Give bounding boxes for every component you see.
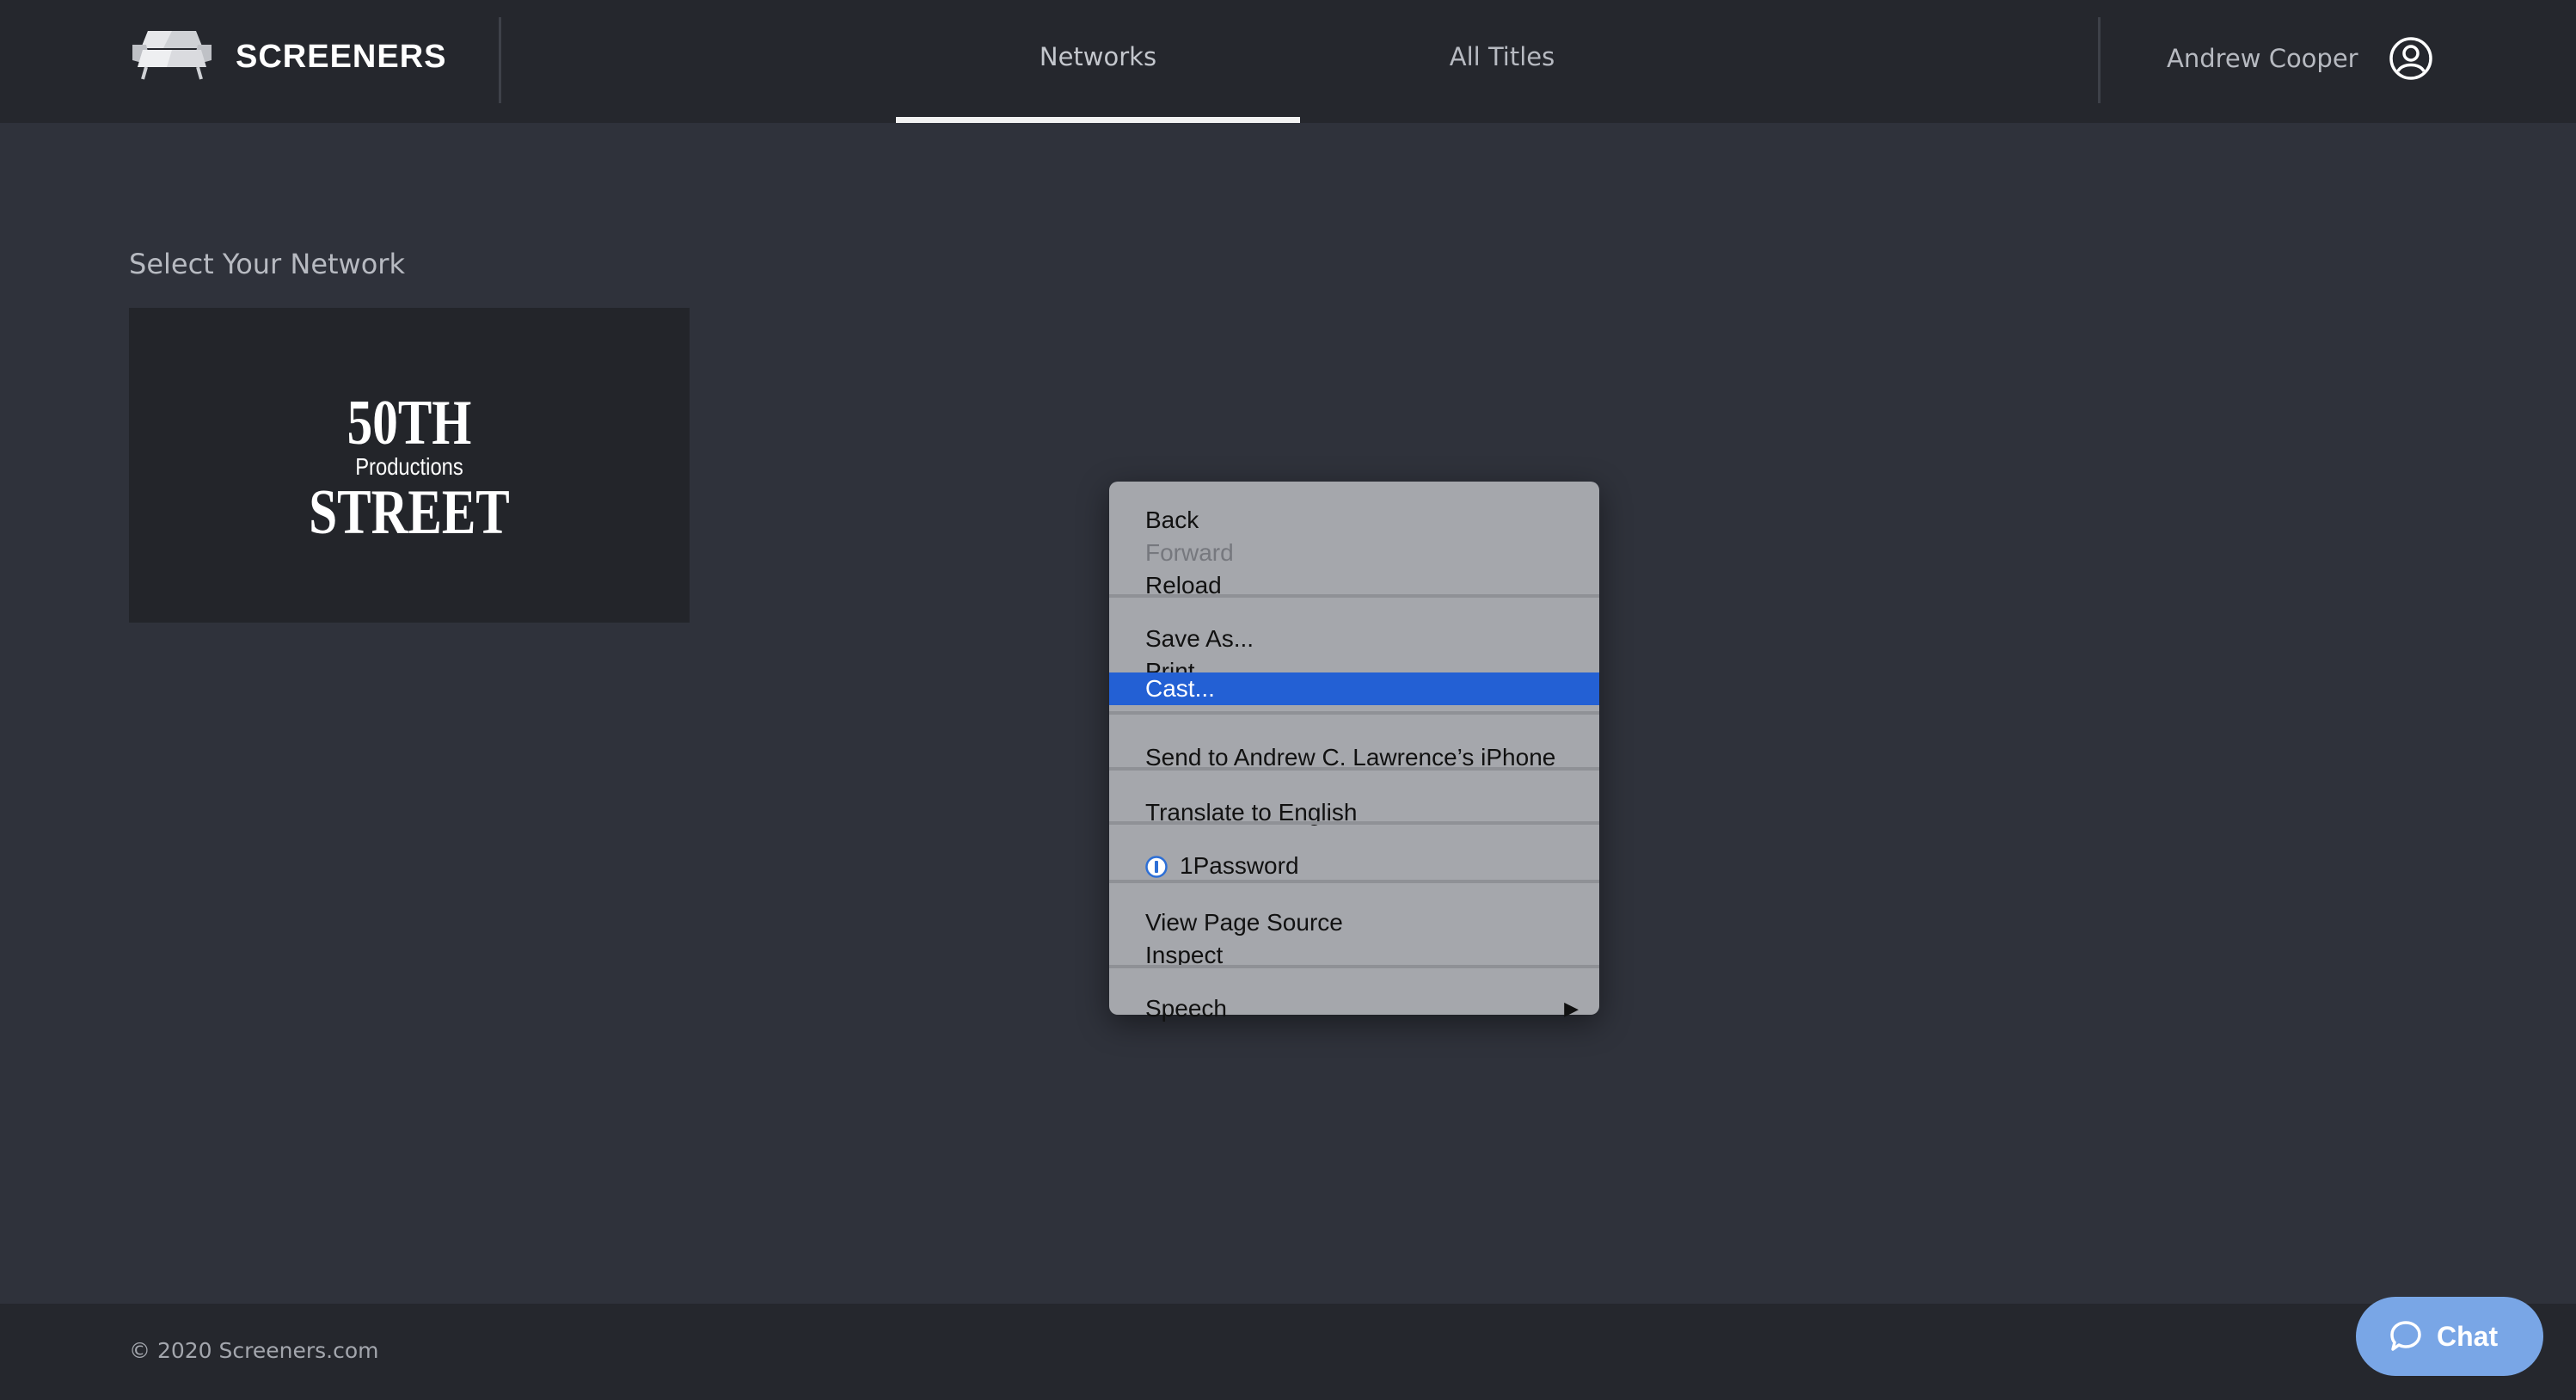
chat-button[interactable]: Chat [2356,1297,2543,1376]
menu-item-speech[interactable]: Speech ▶ [1109,992,1599,1022]
chat-bubble-icon [2390,1321,2421,1351]
section-title: Select Your Network [129,248,405,280]
header-divider-left [499,17,501,103]
menu-item-back[interactable]: Back [1109,504,1599,537]
logo-line-1: 50TH [347,388,472,458]
menu-separator [1109,821,1599,825]
1password-icon [1145,856,1168,878]
menu-item-cast[interactable]: Cast... [1109,672,1599,705]
header-divider-right [2098,17,2101,103]
menu-item-label: Speech [1145,995,1227,1022]
menu-item-1password[interactable]: 1Password [1109,850,1599,882]
submenu-arrow-icon: ▶ [1564,998,1579,1019]
active-tab-indicator [896,117,1300,123]
menu-item-forward: Forward [1145,539,1234,566]
nav-tab-networks[interactable]: Networks [896,0,1300,123]
logo-line-3: STREET [309,477,510,548]
menu-separator [1109,767,1599,771]
menu-separator [1109,880,1599,883]
logo-line-2: Productions [355,452,463,480]
menu-item-label: 1Password [1180,852,1299,879]
menu-separator [1109,965,1599,968]
copyright-text: © 2020 Screeners.com [129,1338,379,1363]
user-circle-icon[interactable] [2389,36,2433,81]
network-logo: 50TH Productions STREET [309,388,510,548]
menu-separator [1109,594,1599,598]
menu-item-save-as[interactable]: Save As... [1109,623,1599,655]
chat-label: Chat [2437,1321,2499,1352]
top-header: SCREENERS Networks All Titles Andrew Coo… [0,0,2576,123]
page-footer: © 2020 Screeners.com [0,1304,2576,1400]
context-menu: Back Forward Reload Save As... Print... … [1109,482,1599,1022]
brand-name[interactable]: SCREENERS [236,31,447,83]
menu-item-view-source[interactable]: View Page Source [1109,906,1599,939]
user-name[interactable]: Andrew Cooper [2167,34,2358,83]
network-card-50th-street[interactable]: 50TH Productions STREET [129,308,690,623]
couch-icon[interactable] [129,26,215,83]
menu-separator [1109,711,1599,715]
nav-tab-all-titles[interactable]: All Titles [1300,0,1704,123]
